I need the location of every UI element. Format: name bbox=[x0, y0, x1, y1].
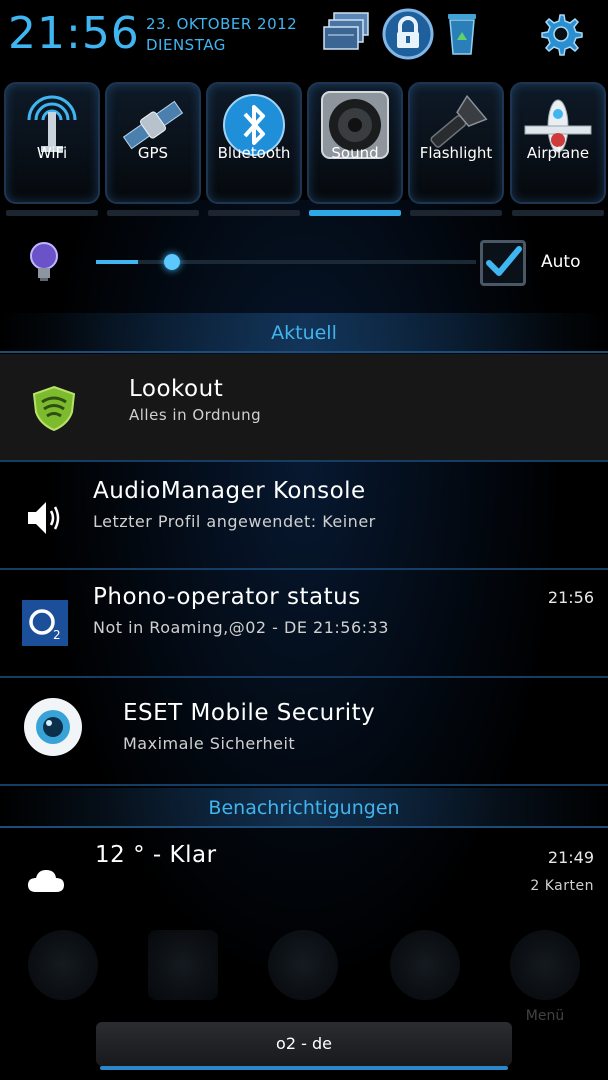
notification-subtitle: Alles in Ordnung bbox=[129, 406, 262, 424]
toggle-label: Bluetooth bbox=[217, 144, 291, 162]
notification-phono-operator[interactable]: 2 Phono-operator status Not in Roaming,@… bbox=[0, 570, 608, 678]
brightness-bulb-icon bbox=[28, 240, 60, 288]
quick-toggles: WiFi GPS Bluetooth Sound Flashlight Airp… bbox=[0, 82, 608, 222]
notification-weather[interactable]: 12 ° - Klar 21:49 2 Karten bbox=[0, 830, 608, 930]
notification-subtitle: Letzter Profil angewendet: Keiner bbox=[93, 512, 376, 531]
toggle-label: WiFi bbox=[36, 144, 68, 162]
carrier-handle[interactable]: o2 - de bbox=[96, 1022, 512, 1066]
notification-lookout[interactable]: Lookout Alles in Ordnung bbox=[0, 354, 608, 462]
cloud-icon bbox=[12, 846, 80, 914]
brightness-knob[interactable] bbox=[163, 254, 180, 270]
auto-brightness-label: Auto bbox=[541, 252, 581, 272]
clock: 21:56 bbox=[8, 8, 140, 59]
carrier-underline bbox=[100, 1066, 508, 1070]
o2-logo-icon: 2 bbox=[22, 600, 68, 646]
notification-title: 12 ° - Klar bbox=[95, 842, 217, 868]
weekday-text: DIENSTAG bbox=[146, 36, 226, 54]
notification-title: Phono-operator status bbox=[93, 584, 361, 610]
section-header-current: Aktuell bbox=[0, 313, 608, 353]
date-text: 23. OKTOBER 2012 bbox=[146, 15, 298, 33]
background-dock: Menü bbox=[0, 930, 608, 1030]
brightness-row: Auto bbox=[0, 236, 608, 296]
toggle-gps[interactable]: GPS bbox=[105, 82, 201, 204]
toggle-label: Flashlight bbox=[419, 144, 493, 162]
toggle-label: GPS bbox=[137, 144, 169, 162]
notification-subtitle: Maximale Sicherheit bbox=[123, 734, 296, 753]
notification-title: Lookout bbox=[129, 376, 224, 402]
sms-icon bbox=[268, 930, 338, 1000]
menu-icon bbox=[510, 930, 580, 1000]
toggle-sound[interactable]: Sound bbox=[307, 82, 403, 204]
toggle-label: Airplane bbox=[526, 144, 590, 162]
svg-text:2: 2 bbox=[53, 628, 61, 642]
brightness-slider[interactable] bbox=[96, 260, 476, 264]
toggle-airplane[interactable]: Airplane bbox=[510, 82, 606, 204]
toggle-indicator bbox=[512, 210, 604, 216]
toggle-indicator bbox=[6, 210, 98, 216]
toggle-indicator-active bbox=[309, 210, 401, 216]
brightness-fill bbox=[96, 260, 138, 264]
lookout-shield-icon bbox=[30, 384, 78, 432]
notification-time: 21:49 bbox=[547, 848, 594, 867]
globe-icon bbox=[390, 930, 460, 1000]
dock-menu-label: Menü bbox=[525, 1008, 565, 1024]
status-header: 21:56 23. OKTOBER 2012 DIENSTAG bbox=[0, 0, 608, 78]
phone-icon bbox=[28, 930, 98, 1000]
speaker-sound-icon bbox=[22, 496, 66, 540]
toggle-indicator bbox=[410, 210, 502, 216]
lock-icon[interactable] bbox=[380, 6, 436, 62]
eset-eye-icon bbox=[22, 696, 84, 758]
notification-eset[interactable]: ESET Mobile Security Maximale Sicherheit bbox=[0, 678, 608, 786]
toggle-indicator bbox=[107, 210, 199, 216]
notification-subtitle: 2 Karten bbox=[530, 878, 594, 894]
toggle-indicator bbox=[208, 210, 300, 216]
check-icon bbox=[486, 246, 522, 276]
auto-brightness-checkbox[interactable] bbox=[480, 240, 526, 286]
section-header-notifications: Benachrichtigungen bbox=[0, 788, 608, 828]
recycle-bin-icon[interactable] bbox=[434, 6, 490, 62]
notification-subtitle: Not in Roaming,@02 - DE 21:56:33 bbox=[93, 618, 389, 637]
toggle-flashlight[interactable]: Flashlight bbox=[408, 82, 504, 204]
windows-stack-icon[interactable] bbox=[318, 6, 374, 62]
toggle-bluetooth[interactable]: Bluetooth bbox=[206, 82, 302, 204]
notification-audiomanager[interactable]: AudioManager Konsole Letzter Profil ange… bbox=[0, 462, 608, 570]
toggle-label: Sound bbox=[331, 144, 379, 162]
notification-title: ESET Mobile Security bbox=[123, 700, 376, 726]
settings-gear-icon[interactable] bbox=[532, 6, 588, 62]
notification-title: AudioManager Konsole bbox=[93, 478, 366, 504]
toggle-wifi[interactable]: WiFi bbox=[4, 82, 100, 204]
notification-time: 21:56 bbox=[547, 588, 594, 607]
contacts-icon bbox=[148, 930, 218, 1000]
